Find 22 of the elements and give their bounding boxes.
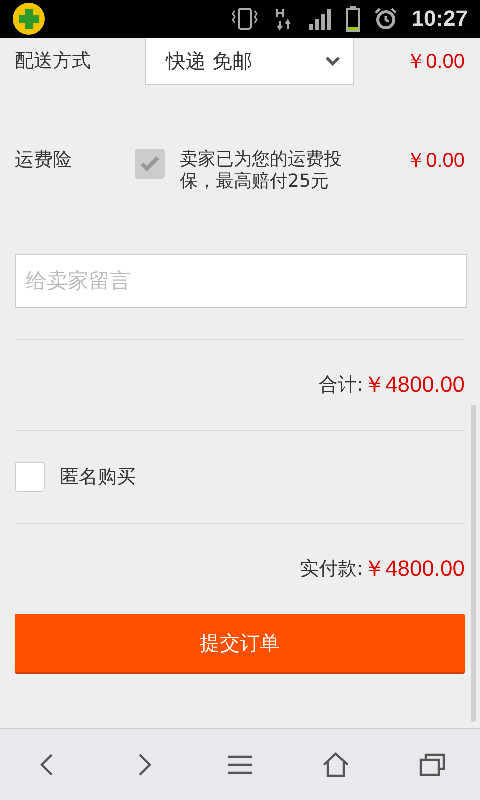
alarm-icon (374, 7, 398, 31)
delivery-select[interactable]: 快递 免邮 (145, 38, 354, 85)
home-icon[interactable] (322, 750, 350, 778)
vibrate-icon (230, 7, 260, 31)
checkmark-icon (140, 156, 160, 172)
total-label: 实付款: (300, 557, 364, 582)
insurance-note: 卖家已为您的运费投保，最高赔付25元 (180, 149, 343, 192)
insurance-label: 运费险 (15, 148, 73, 173)
subtotal-label: 合计: (319, 373, 364, 398)
chevron-down-icon (325, 56, 341, 66)
app-logo-icon (12, 2, 46, 36)
anonymous-checkbox[interactable] (15, 462, 45, 492)
delivery-label: 配送方式 (15, 49, 92, 74)
anonymous-label: 匿名购买 (60, 465, 136, 490)
message-field[interactable]: 给卖家留言 (15, 254, 467, 308)
battery-icon (346, 6, 360, 32)
delivery-price: ￥0.00 (406, 50, 465, 75)
insurance-price: ￥0.00 (406, 149, 465, 174)
signal-icon (308, 8, 332, 30)
status-time: 10:27 (412, 6, 468, 32)
total-amount: ￥4800.00 (363, 555, 465, 584)
subtotal-amount: ￥4800.00 (363, 371, 465, 400)
